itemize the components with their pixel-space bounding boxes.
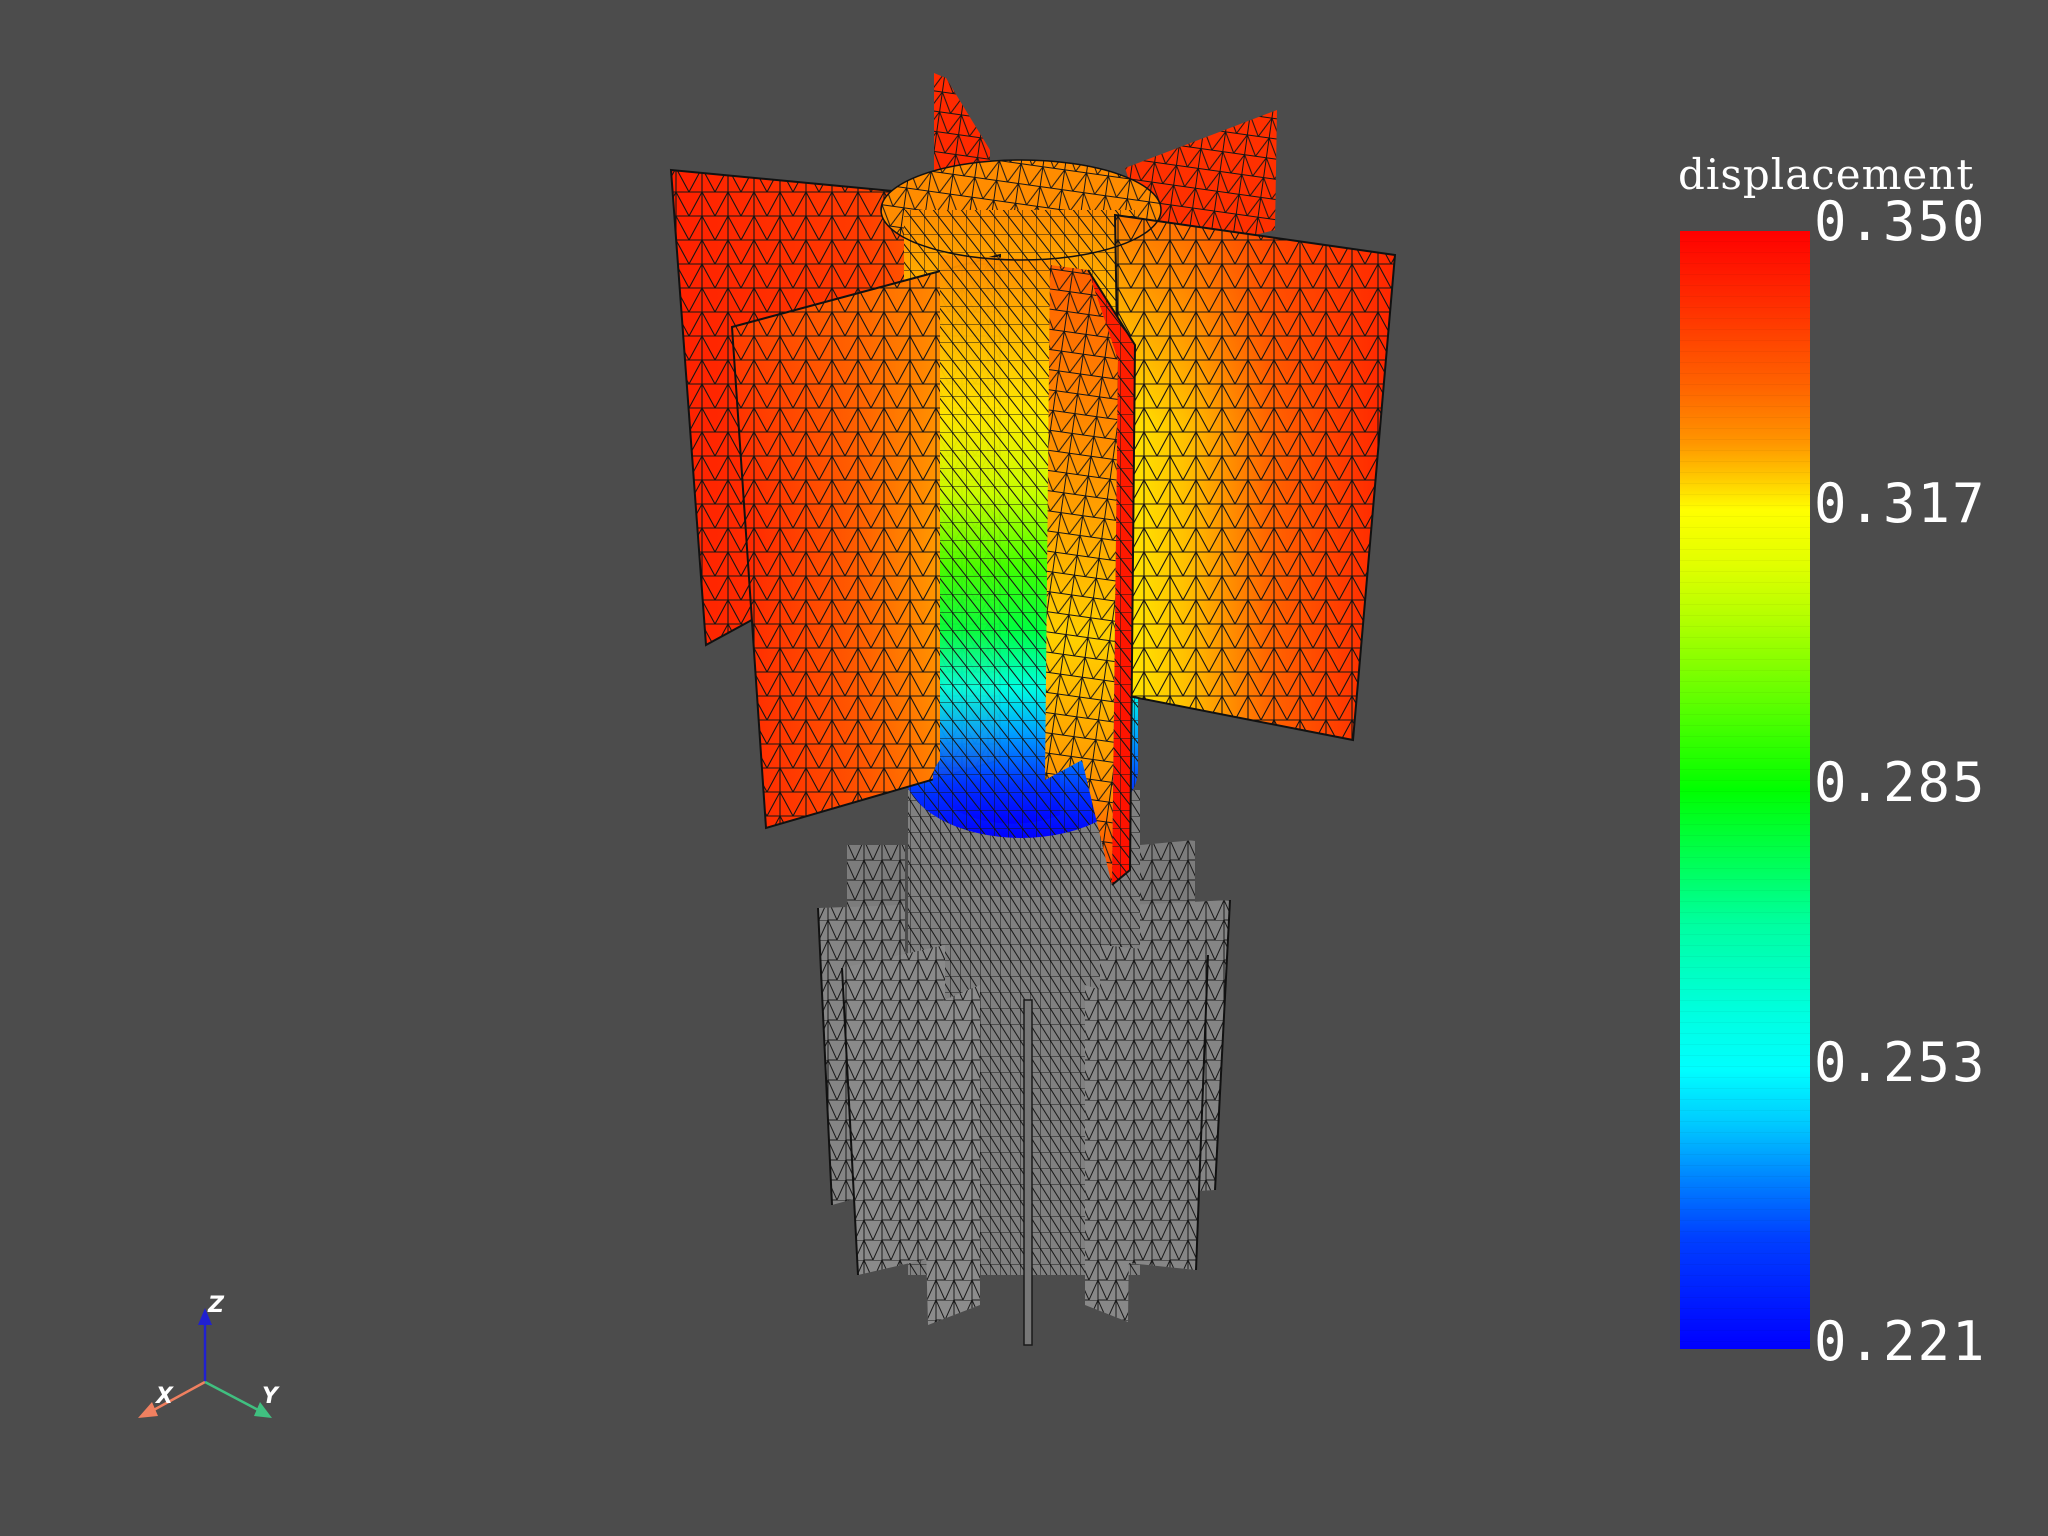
scalar-bar-tick-max: 0.350 bbox=[1814, 190, 1987, 253]
scalar-bar-tick-min: 0.221 bbox=[1814, 1310, 1987, 1373]
lower-gray-section bbox=[817, 790, 1231, 1346]
axes-orientation-widget: Z X Y bbox=[138, 1293, 280, 1418]
y-axis-line bbox=[204, 1380, 263, 1414]
render-viewport[interactable]: Z X Y displacement 0.350 0.317 0.285 0.2… bbox=[0, 0, 2048, 1536]
scalar-bar-tick: 0.317 bbox=[1814, 472, 1987, 535]
z-axis-label: Z bbox=[207, 1293, 225, 1318]
x-axis-arrow-icon bbox=[138, 1402, 158, 1418]
x-axis-label: X bbox=[154, 1384, 174, 1409]
scalar-bar-tick: 0.253 bbox=[1814, 1031, 1987, 1094]
upper-colored-section bbox=[669, 73, 1397, 886]
y-axis-label: Y bbox=[262, 1384, 280, 1409]
scalar-bar-gradient bbox=[1680, 231, 1810, 1349]
scalar-bar-tick: 0.285 bbox=[1814, 751, 1987, 814]
